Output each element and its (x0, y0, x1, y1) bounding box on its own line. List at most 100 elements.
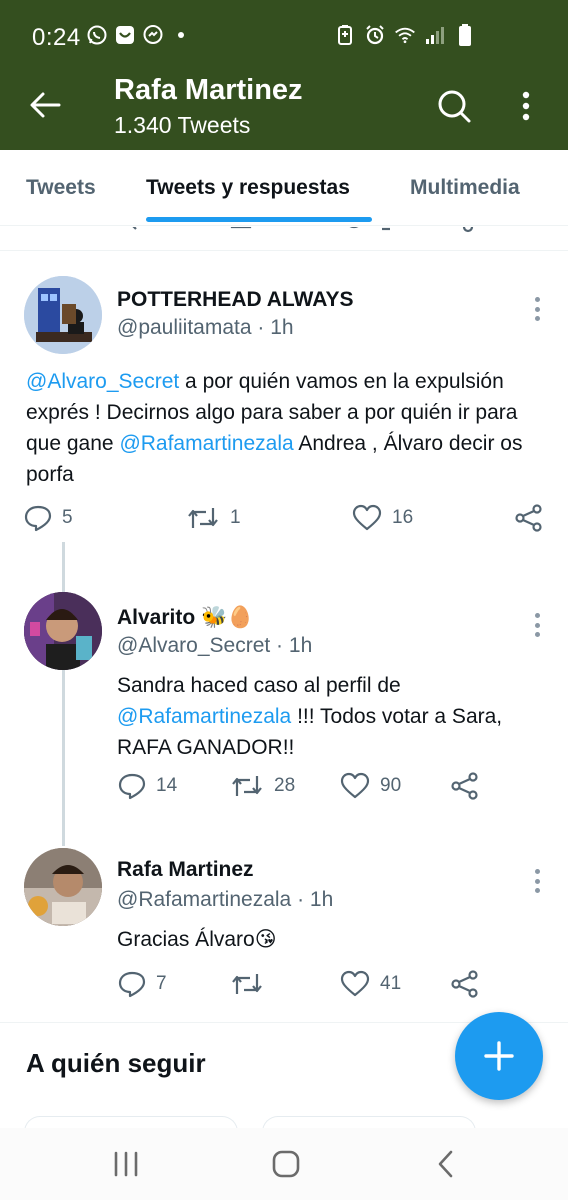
signal-icon (424, 24, 446, 46)
retweet-icon (188, 508, 218, 528)
reply-icon (24, 505, 52, 532)
tab-tweets[interactable]: Tweets (26, 176, 96, 200)
share-icon (451, 970, 478, 998)
like-count: 16 (392, 507, 414, 528)
like-count: 41 (380, 973, 402, 994)
back-button[interactable] (24, 84, 66, 126)
home-button[interactable] (256, 1142, 316, 1186)
profile-name-title: Rafa Martinez (114, 74, 303, 106)
author-handle[interactable]: @pauliitamata (117, 316, 252, 339)
media-icon (114, 24, 136, 46)
tweet-actions: 14 28 90 (118, 772, 548, 812)
status-time: 0:24 (32, 24, 81, 51)
reply-icon (118, 971, 146, 998)
dot-icon (170, 24, 192, 46)
reply-button[interactable]: 14 (118, 772, 177, 800)
more-vertical-icon (522, 91, 530, 121)
reply-count: 7 (156, 973, 167, 994)
tweet-text-part: Sandra haced caso al perfil de (117, 674, 401, 697)
retweet-count: 28 (274, 775, 296, 796)
tweet-text: @Alvaro_Secret a por quién vamos en la e… (26, 366, 546, 490)
author-name[interactable]: POTTERHEAD ALWAYS (117, 288, 353, 312)
whatsapp-icon (86, 24, 108, 46)
tweet-count: 1.340 Tweets (114, 112, 251, 138)
search-button[interactable] (432, 84, 476, 128)
like-button[interactable]: 90 (340, 772, 401, 800)
tweet-options-button[interactable] (527, 292, 547, 326)
tweet-time: 1h (288, 634, 313, 657)
status-bar: 0:24 (0, 0, 568, 72)
like-count: 90 (380, 775, 402, 796)
notification-icons (86, 24, 192, 46)
share-icon (451, 772, 478, 800)
recent-apps-icon (114, 1151, 138, 1177)
recent-apps-button[interactable] (96, 1142, 156, 1186)
author-name-row: Alvarito 🐝🥚 (117, 606, 253, 630)
search-icon (438, 90, 471, 123)
reply-button[interactable]: 7 (118, 970, 167, 998)
retweet-button[interactable]: 28 (230, 772, 295, 800)
heart-icon (340, 970, 370, 997)
compose-tweet-button[interactable] (455, 1012, 543, 1100)
battery-saver-icon (334, 24, 356, 46)
mention-link[interactable]: @Rafamartinezala (119, 432, 293, 455)
reply-icon (118, 773, 146, 800)
retweet-icon (232, 776, 262, 796)
author-name[interactable]: Alvarito (117, 606, 195, 629)
reply-count: 14 (156, 775, 178, 796)
tweet-actions: 5 1 16 (24, 504, 548, 544)
tweet-time: 1h (270, 316, 294, 339)
reply-button[interactable]: 5 (24, 504, 73, 532)
messenger-icon (142, 24, 164, 46)
wifi-icon (394, 24, 416, 46)
like-button[interactable]: 16 (352, 504, 413, 532)
avatar[interactable] (24, 848, 102, 926)
active-tab-indicator (146, 217, 372, 222)
profile-tabs: Tweets Tweets y respuestas Multimedia (0, 150, 568, 226)
who-to-follow-title: A quién seguir (26, 1048, 206, 1078)
tweet-options-button[interactable] (527, 608, 547, 642)
system-icons (334, 24, 476, 46)
share-button[interactable] (450, 970, 480, 998)
back-icon (438, 1150, 453, 1178)
profile-header: 0:24 Rafa Martinez 1.340 Tweets (0, 0, 568, 150)
heart-icon (352, 504, 382, 531)
previous-tweet-actions-partial (0, 227, 568, 251)
share-button[interactable] (450, 772, 480, 800)
author-name-emoji: 🐝🥚 (201, 606, 254, 629)
share-button[interactable] (514, 504, 544, 532)
tweet-alvarito[interactable]: Alvarito 🐝🥚 @Alvaro_Secret · 1h Sandra h… (0, 570, 568, 840)
tweet-rafa[interactable]: Rafa Martinez @Rafamartinezala · 1h Grac… (0, 826, 568, 1022)
retweet-button[interactable]: 1 (186, 504, 241, 532)
app-screen: 0:24 Rafa Martinez 1.340 Tweets Tweets T… (0, 0, 568, 1200)
avatar[interactable] (24, 592, 102, 670)
tab-media[interactable]: Multimedia (410, 176, 520, 200)
arrow-left-icon (30, 92, 61, 118)
avatar[interactable] (24, 276, 102, 354)
tweet-potterhead[interactable]: POTTERHEAD ALWAYS @pauliitamata · 1h @Al… (0, 252, 568, 552)
tweet-text: Gracias Álvaro😘 (117, 928, 277, 951)
mention-link[interactable]: @Rafamartinezala (117, 705, 291, 728)
more-options-button[interactable] (508, 84, 544, 128)
tweet-text: Sandra haced caso al perfil de @Rafamart… (117, 670, 537, 763)
reply-count: 5 (62, 507, 73, 528)
partial-action-icons (132, 227, 474, 233)
retweet-count: 1 (230, 507, 241, 528)
tweet-options-button[interactable] (527, 864, 547, 898)
tab-tweets-and-replies[interactable]: Tweets y respuestas (146, 176, 350, 200)
share-icon (515, 504, 542, 532)
author-handle[interactable]: @Alvaro_Secret (117, 634, 270, 657)
alarm-icon (364, 24, 386, 46)
plus-icon (484, 1041, 514, 1071)
tweet-actions: 7 41 (118, 970, 548, 1010)
author-handle-time: @pauliitamata · 1h (117, 316, 294, 339)
author-name[interactable]: Rafa Martinez (117, 858, 254, 882)
retweet-button[interactable] (230, 970, 274, 998)
back-nav-button[interactable] (416, 1142, 476, 1186)
mention-link[interactable]: @Alvaro_Secret (26, 370, 179, 393)
heart-icon (340, 772, 370, 799)
like-button[interactable]: 41 (340, 970, 401, 998)
system-navigation-bar (0, 1128, 568, 1200)
author-handle[interactable]: @Rafamartinezala (117, 888, 291, 911)
battery-icon (454, 24, 476, 46)
